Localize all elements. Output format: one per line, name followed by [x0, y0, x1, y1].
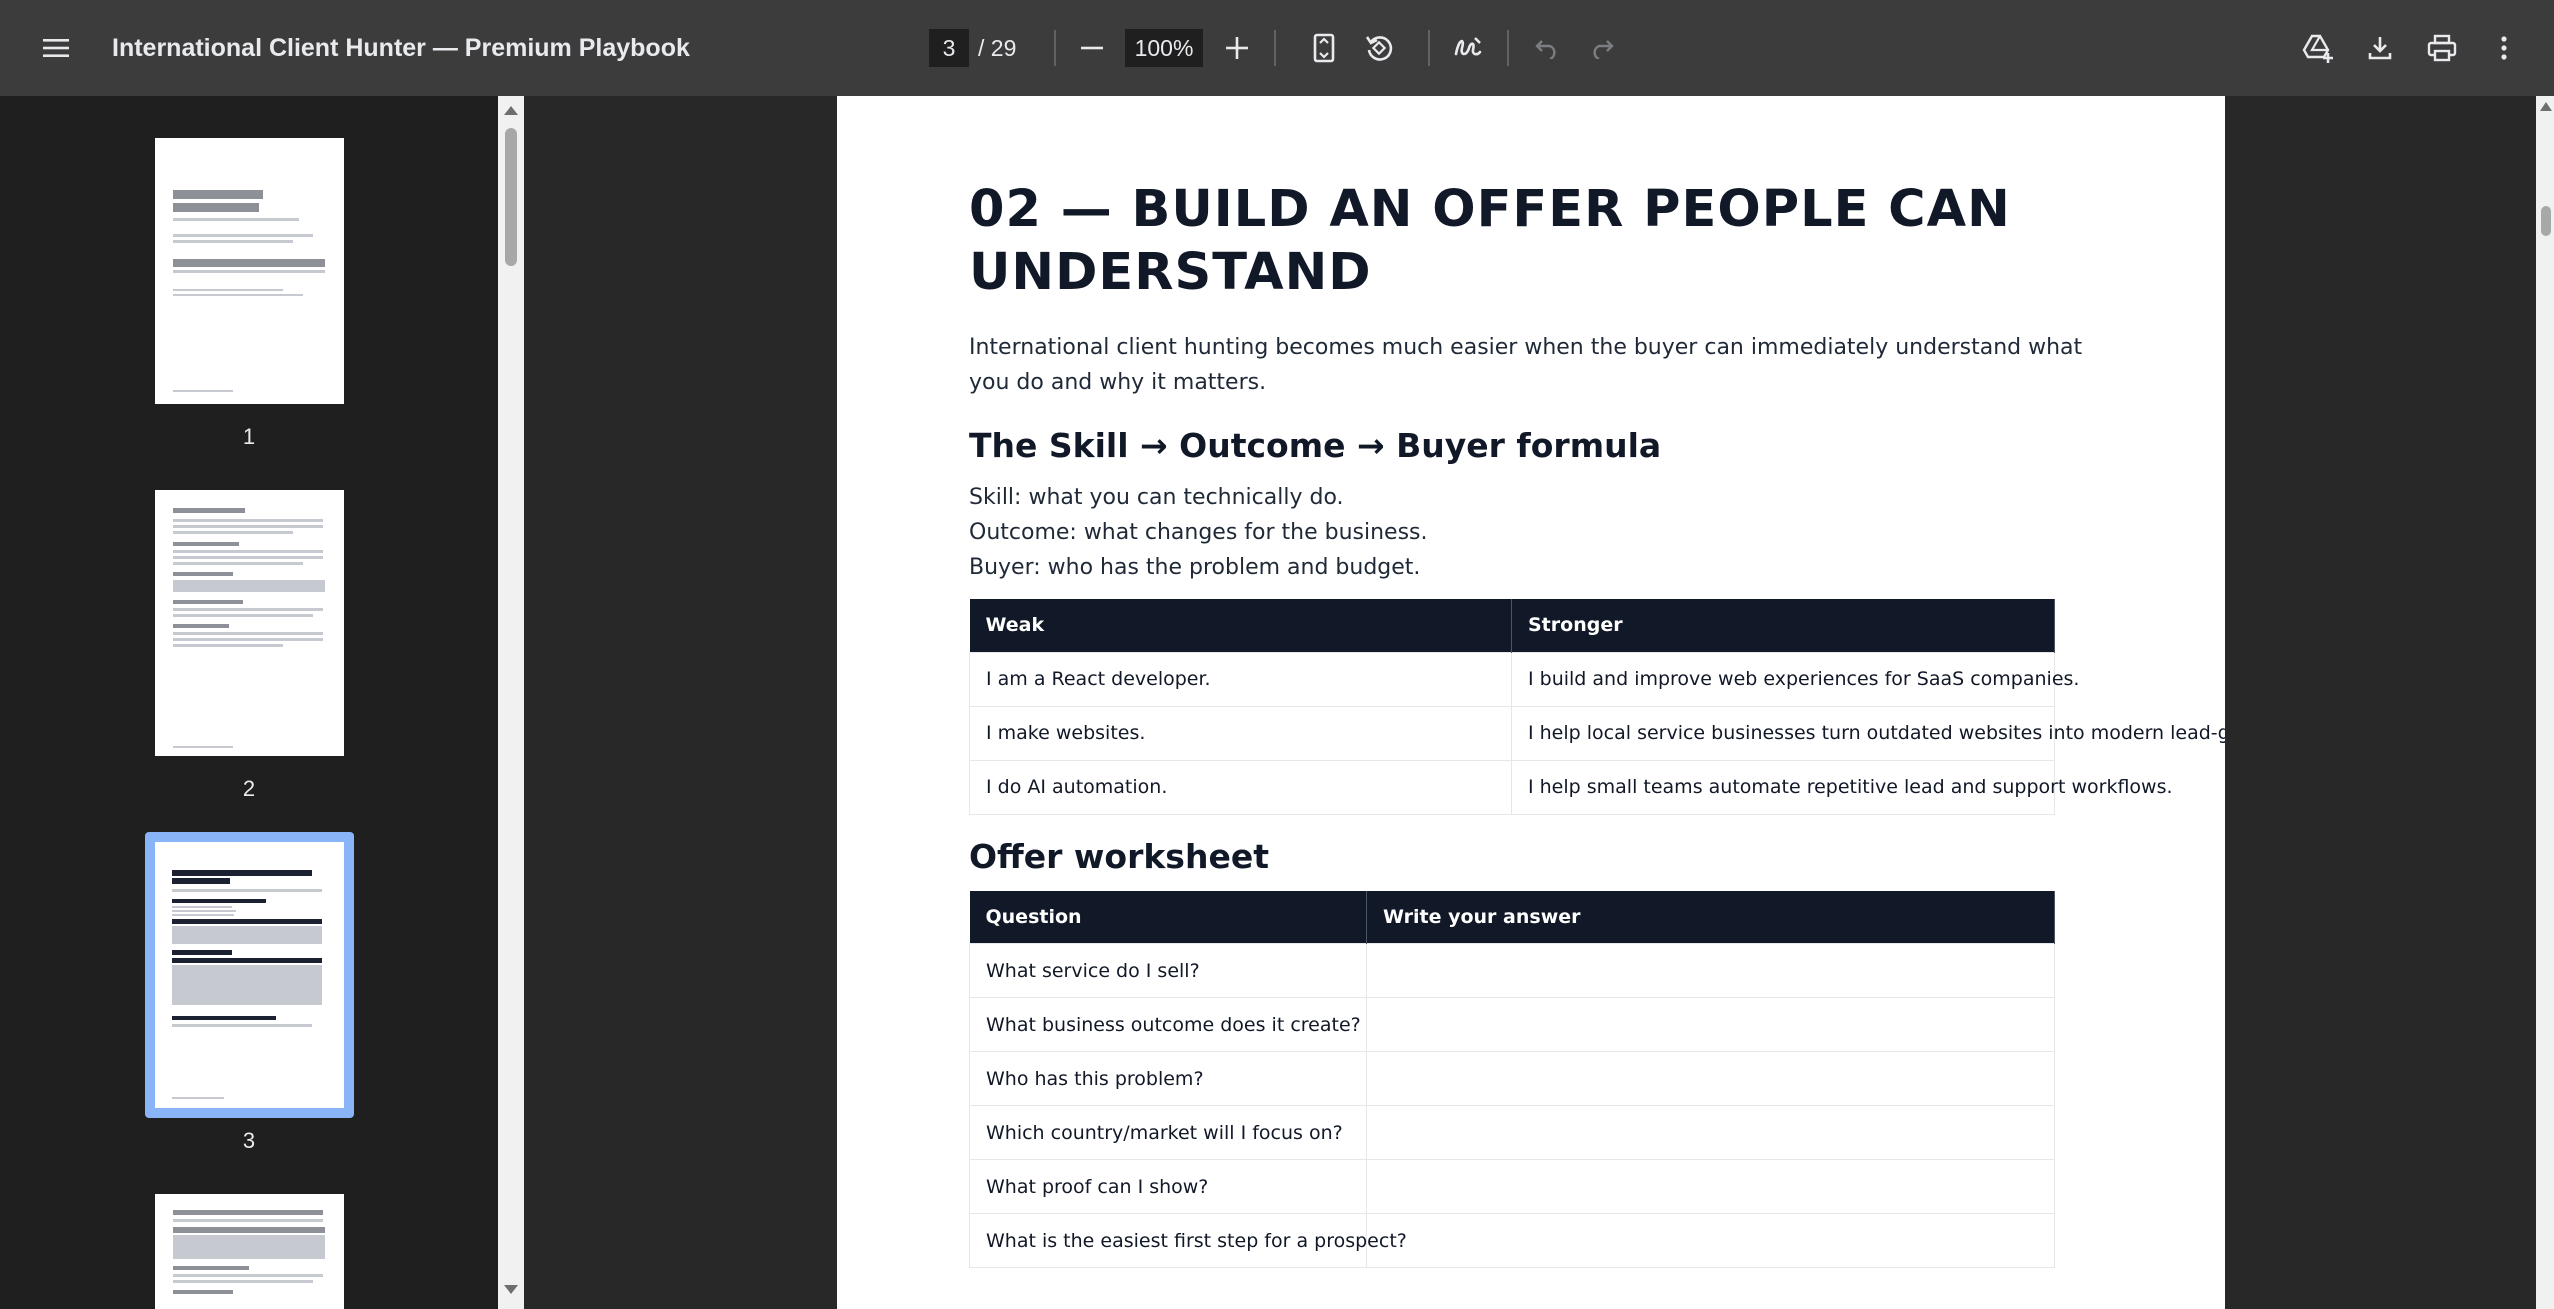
question-cell: What proof can I show?: [969, 1159, 1367, 1214]
undo-icon[interactable]: [1527, 28, 1567, 68]
question-cell: What service do I sell?: [969, 943, 1367, 998]
more-icon[interactable]: [2484, 28, 2524, 68]
intro-paragraph: International client hunting becomes muc…: [969, 335, 2083, 395]
pdf-page: 02 — BUILD AN OFFER PEOPLE CAN UNDERSTAN…: [837, 96, 2225, 1309]
worksheet-heading: Offer worksheet: [969, 836, 1269, 876]
save-to-drive-icon[interactable]: [2298, 28, 2338, 68]
zoom-in-icon[interactable]: [1217, 28, 1257, 68]
table-cell: I help small teams automate repetitive l…: [1511, 759, 2173, 815]
section-heading: 02 — BUILD AN OFFER PEOPLE CAN UNDERSTAN…: [969, 180, 2011, 302]
answer-cell[interactable]: [1366, 1105, 2055, 1160]
table-row: I am a React developer. I build and impr…: [969, 651, 2079, 707]
table-cell: I do AI automation.: [969, 759, 1512, 815]
scroll-up-arrow-icon[interactable]: [2538, 100, 2554, 112]
thumbnail-label: 3: [242, 1128, 256, 1153]
table-cell: I build and improve web experiences for …: [1511, 651, 2079, 707]
scroll-down-arrow-icon[interactable]: [502, 1284, 520, 1296]
table-cell: I am a React developer.: [969, 651, 1512, 707]
table-row: I do AI automation. I help small teams a…: [969, 759, 2173, 815]
formula-line-outcome: Outcome: what changes for the business.: [969, 520, 1428, 545]
thumbnail-label: 2: [242, 776, 256, 801]
annotate-icon[interactable]: [1448, 28, 1488, 68]
thumbnail-label: 1: [242, 424, 256, 449]
fit-page-icon[interactable]: [1304, 28, 1344, 68]
hamburger-menu-icon[interactable]: [36, 28, 76, 68]
table-row: What business outcome does it create?: [969, 997, 2055, 1052]
zoom-level-input[interactable]: [1125, 29, 1203, 67]
toolbar-divider: [1428, 30, 1430, 66]
formula-line-skill: Skill: what you can technically do.: [969, 485, 1344, 510]
document-title: International Client Hunter — Premium Pl…: [112, 34, 690, 62]
table-row: What proof can I show?: [969, 1159, 2055, 1214]
table-cell: I help local service businesses turn out…: [1511, 705, 2225, 761]
toolbar-divider: [1274, 30, 1276, 66]
worksheet-table: Question Write your answer What service …: [969, 890, 2055, 1268]
table-row: What is the easiest first step for a pro…: [969, 1213, 2055, 1268]
download-icon[interactable]: [2360, 28, 2400, 68]
page-thumbnail-2[interactable]: [155, 490, 344, 756]
toolbar-divider: [1054, 30, 1056, 66]
print-icon[interactable]: [2422, 28, 2462, 68]
table-row: Who has this problem?: [969, 1051, 2055, 1106]
pdf-toolbar: International Client Hunter — Premium Pl…: [0, 0, 2554, 96]
table-row: What service do I sell?: [969, 943, 2055, 998]
thumbnail-sidebar: 1 2 3: [0, 96, 498, 1309]
viewer-scrollbar-thumb[interactable]: [2541, 206, 2551, 236]
answer-cell[interactable]: [1366, 943, 2055, 998]
table-row: I make websites. I help local service bu…: [969, 705, 2225, 761]
redo-icon[interactable]: [1582, 28, 1622, 68]
formula-line-buyer: Buyer: who has the problem and budget.: [969, 555, 1421, 580]
table-header-row: Weak Stronger: [969, 599, 2055, 652]
rotate-icon[interactable]: [1359, 28, 1399, 68]
table-header: Question: [969, 890, 1367, 944]
answer-cell[interactable]: [1366, 1159, 2055, 1214]
compare-table: Weak Stronger I am a React developer. I …: [969, 599, 2225, 815]
toolbar-divider: [1507, 30, 1509, 66]
question-cell: Which country/market will I focus on?: [969, 1105, 1367, 1160]
scroll-up-arrow-icon[interactable]: [502, 104, 520, 116]
viewer-scrollbar[interactable]: [2536, 96, 2554, 1309]
formula-heading: The Skill → Outcome → Buyer formula: [969, 426, 1662, 465]
table-cell: I make websites.: [969, 705, 1512, 761]
answer-cell[interactable]: [1366, 1213, 2055, 1268]
question-cell: Who has this problem?: [969, 1051, 1367, 1106]
question-cell: What business outcome does it create?: [969, 997, 1367, 1052]
sidebar-scrollbar-thumb[interactable]: [505, 128, 517, 266]
sidebar-scrollbar[interactable]: [498, 96, 524, 1309]
page-thumbnail-4[interactable]: [155, 1194, 344, 1309]
page-thumbnail-1[interactable]: [155, 138, 344, 404]
table-row: Which country/market will I focus on?: [969, 1105, 2055, 1160]
page-total: / 29: [978, 35, 1017, 61]
table-header: Weak: [969, 599, 1512, 652]
answer-cell[interactable]: [1366, 997, 2055, 1052]
zoom-out-icon[interactable]: [1072, 28, 1112, 68]
answer-cell[interactable]: [1366, 1051, 2055, 1106]
table-header: Write your answer: [1366, 890, 2055, 944]
question-cell: What is the easiest first step for a pro…: [969, 1213, 1407, 1268]
page-thumbnail-3[interactable]: [155, 842, 344, 1108]
table-header: Stronger: [1511, 599, 2055, 652]
page-number-input[interactable]: [929, 29, 969, 67]
page-content: 02 — BUILD AN OFFER PEOPLE CAN UNDERSTAN…: [969, 178, 2225, 1268]
table-header-row: Question Write your answer: [969, 890, 2055, 944]
